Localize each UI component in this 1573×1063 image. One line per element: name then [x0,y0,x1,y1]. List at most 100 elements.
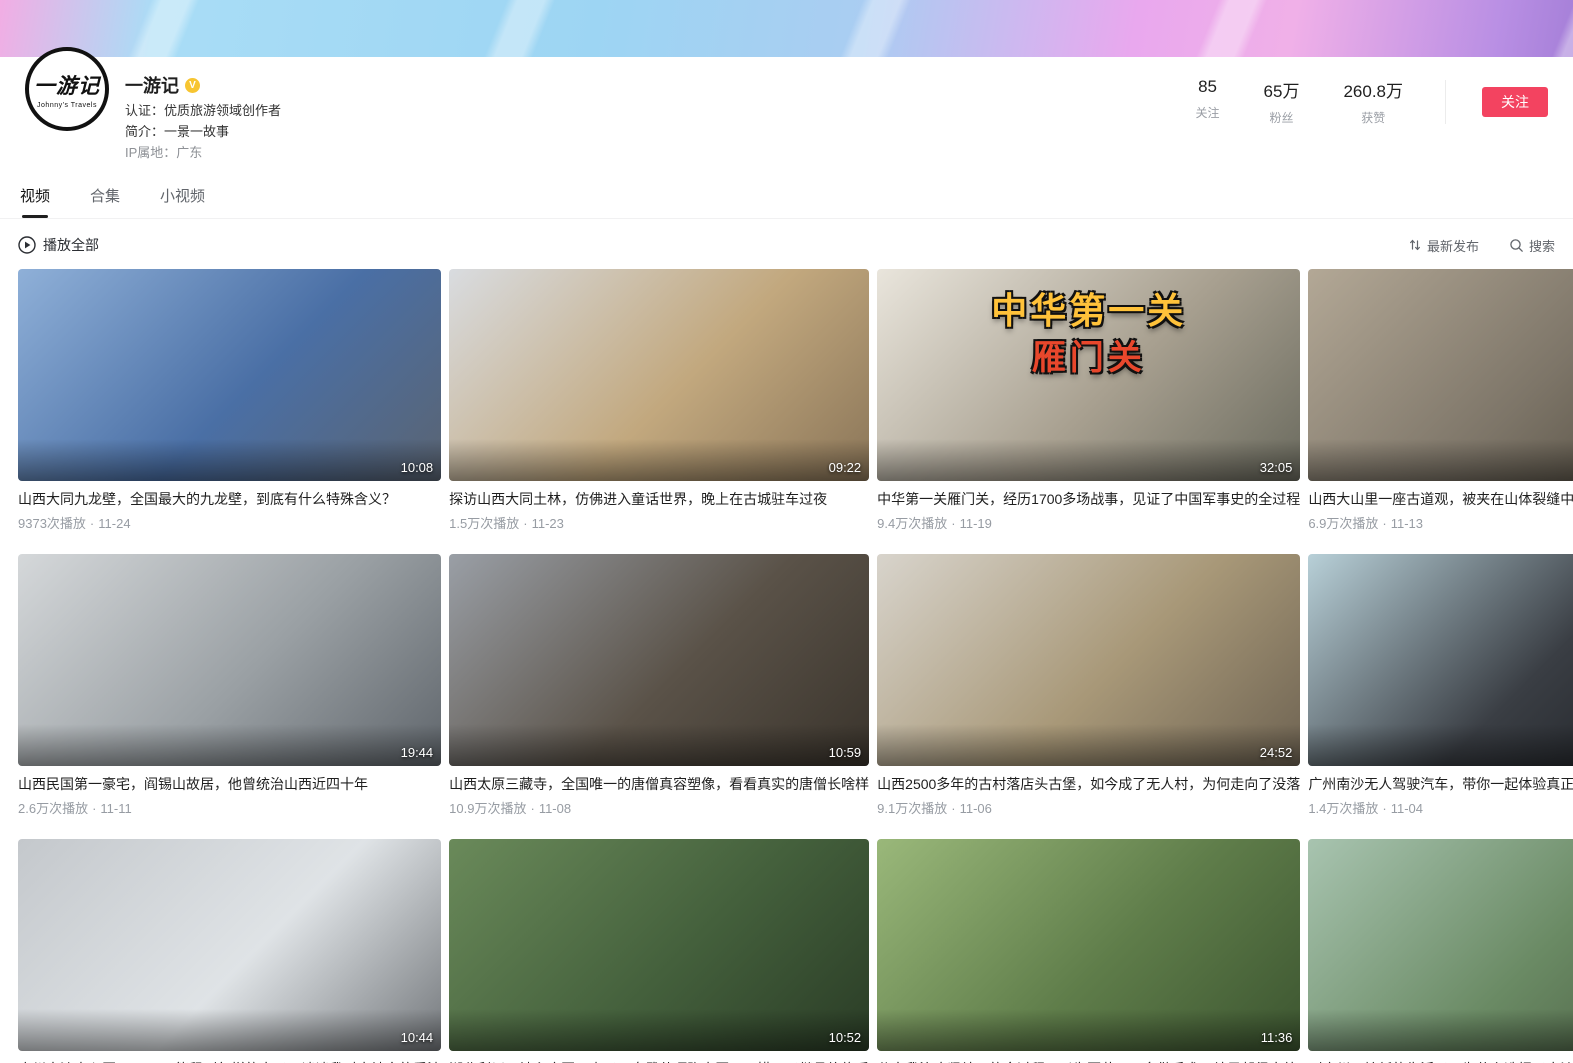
video-duration: 11:36 [1261,1030,1293,1045]
avatar[interactable]: 一游记 Johnny's Travels [25,47,109,131]
video-views: 9373次播放 [18,516,86,531]
meta-separator: · [92,801,96,816]
video-thumbnail[interactable]: 14:29 [1308,269,1573,481]
video-card[interactable]: 11:58 广州南沙无人驾驶汽车，带你一起体验真正的科技与狠活 1.4万次播放·… [1308,554,1573,817]
video-thumbnail[interactable]: 中华第一关 雁门关 32:05 [877,269,1300,481]
video-thumbnail[interactable]: 14:07 [1308,839,1573,1051]
video-card[interactable]: 14:07 到广州开始新的生活了，为什么选择了南沙？但愿能在这里安定下来 3.4… [1308,839,1573,1063]
video-title[interactable]: 山西太原三藏寺，全国唯一的唐僧真容塑像，看看真实的唐僧长啥样 [449,775,869,793]
video-title[interactable]: 山西2500多年的古村落店头古堡，如今成了无人村，为何走向了没落 [877,775,1300,793]
video-thumbnail[interactable]: 10:44 [18,839,441,1051]
video-card[interactable]: 09:22 探访山西大同土林，仿佛进入童话世界，晚上在古城驻车过夜 1.5万次播… [449,269,869,532]
video-card[interactable]: 14:29 山西大山里一座古道观，被夹在山体裂缝中，上去顶层全靠一条铁链 6.9… [1308,269,1573,532]
video-title[interactable]: 山西民国第一豪宅，阎锡山故居，他曾统治山西近四十年 [18,775,441,793]
video-duration: 24:52 [1260,745,1293,760]
video-meta: 10.9万次播放 · 11-08 [449,798,869,817]
profile-header: 一游记 Johnny's Travels 一游记 V 认证：优质旅游领域创作者 … [0,57,1573,160]
sort-icon [1408,238,1422,252]
search-button[interactable]: 搜索 [1509,236,1555,255]
sort-button[interactable]: 最新发布 [1408,236,1479,255]
stat-following-value: 85 [1196,77,1220,97]
video-thumbnail[interactable]: 10:08 [18,269,441,481]
meta-separator: · [530,801,534,816]
stats-divider [1445,80,1446,124]
video-duration: 10:44 [401,1030,434,1045]
video-grid: 10:08 山西大同九龙壁，全国最大的九龙壁，到底有什么特殊含义？ 9373次播… [0,269,1573,1063]
video-meta: 9373次播放 · 11-24 [18,513,441,532]
video-views: 1.5万次播放 [449,516,519,531]
toolbar: 播放全部 最新发布 搜索 [0,221,1573,269]
video-thumbnail[interactable]: 19:44 [18,554,441,766]
video-views: 10.9万次播放 [449,801,526,816]
avatar-logo-text: 一游记 [34,70,100,100]
video-thumbnail[interactable]: 11:36 [877,839,1300,1051]
meta-separator: · [523,516,527,531]
play-all-label: 播放全部 [43,235,99,255]
video-title[interactable]: 探访山西大同土林，仿佛进入童话世界，晚上在古城驻车过夜 [449,490,869,508]
avatar-logo-subtext: Johnny's Travels [37,102,97,109]
video-date: 11-06 [960,801,992,816]
video-meta: 2.6万次播放 · 11-11 [18,798,441,817]
video-card[interactable]: 19:44 山西民国第一豪宅，阎锡山故居，他曾统治山西近四十年 2.6万次播放 ·… [18,554,441,817]
video-thumbnail[interactable]: 24:52 [877,554,1300,766]
video-card[interactable]: 中华第一关 雁门关 32:05 中华第一关雁门关，经历1700多场战事，见证了中… [877,269,1300,532]
tab-bar: 视频 合集 小视频 [0,176,1573,219]
video-date: 11-19 [960,516,992,531]
video-date: 11-13 [1391,516,1423,531]
meta-separator: · [90,516,94,531]
video-date: 11-08 [539,801,571,816]
stat-fans-label: 粉丝 [1264,109,1300,126]
video-duration: 10:52 [829,1030,862,1045]
verified-badge-icon: V [185,78,200,93]
profile-info: 一游记 V 认证：优质旅游领域创作者 简介：一景一故事 IP属地：广东 [125,71,281,160]
thumbnail-overlay-line1: 中华第一关 [877,287,1300,336]
stat-fans[interactable]: 65万 粉丝 [1264,77,1300,126]
video-meta: 1.4万次播放·11-04 [1308,798,1573,817]
video-meta: 9.4万次播放 · 11-19 [877,513,1300,532]
video-thumbnail[interactable]: 09:22 [449,269,869,481]
stat-fans-value: 65万 [1264,77,1300,102]
video-duration: 09:22 [829,460,862,475]
tab-videos[interactable]: 视频 [18,176,52,218]
video-meta: 1.5万次播放·11-23 [449,513,869,532]
sort-label: 最新发布 [1427,236,1479,255]
video-card[interactable]: 10:08 山西大同九龙壁，全国最大的九龙壁，到底有什么特殊含义？ 9373次播… [18,269,441,532]
video-title[interactable]: 广州南沙无人驾驶汽车，带你一起体验真正的科技与狠活 [1308,775,1573,793]
stat-following[interactable]: 85 关注 [1196,77,1220,121]
video-thumbnail[interactable]: 10:52 [449,839,869,1051]
video-card[interactable]: 10:59 山西太原三藏寺，全国唯一的唐僧真容塑像，看看真实的唐僧长啥样 10.… [449,554,869,817]
video-date: 11-04 [1391,801,1423,816]
play-all-button[interactable]: 播放全部 [18,235,99,255]
stat-likes[interactable]: 260.8万 获赞 [1343,77,1403,126]
video-title[interactable]: 山西大同九龙壁，全国最大的九龙壁，到底有什么特殊含义？ [18,490,441,508]
video-duration: 10:08 [401,460,434,475]
ip-location-line: IP属地：广东 [125,145,281,160]
profile-stats: 85 关注 65万 粉丝 260.8万 获赞 [1152,77,1403,126]
video-views: 1.4万次播放 [1308,801,1378,816]
tab-short-videos[interactable]: 小视频 [158,176,207,218]
video-views: 9.4万次播放 [877,516,947,531]
meta-separator: · [951,516,955,531]
video-meta: 6.9万次播放·11-13 [1308,513,1573,532]
video-date: 11-11 [100,801,131,816]
video-card[interactable]: 24:52 山西2500多年的古村落店头古堡，如今成了无人村，为何走向了没落 9… [877,554,1300,817]
meta-separator: · [951,801,955,816]
profile-name: 一游记 [125,72,179,98]
video-card[interactable]: 11:36 分享我治疗肾结石的全过程，以为要花一万多做手术，结局却很意外 5万次… [877,839,1300,1063]
stat-likes-value: 260.8万 [1343,77,1403,102]
video-thumbnail[interactable]: 11:58 [1308,554,1573,766]
video-thumbnail[interactable]: 10:59 [449,554,869,766]
video-views: 6.9万次播放 [1308,516,1378,531]
video-card[interactable]: 10:52 湖北利川一地主庄园，妻子一身武艺吓跑土匪，可惜无子继承终绝后 4.8… [449,839,869,1063]
search-icon [1509,238,1524,253]
thumbnail-overlay-text: 中华第一关 雁门关 [877,287,1300,381]
video-views: 2.6万次播放 [18,801,88,816]
video-title[interactable]: 中华第一关雁门关，经历1700多场战事，见证了中国军事史的全过程 [877,490,1300,508]
follow-button[interactable]: 关注 [1482,87,1548,117]
tab-collections[interactable]: 合集 [88,176,122,218]
video-title[interactable]: 山西大山里一座古道观，被夹在山体裂缝中，上去顶层全靠一条铁链 [1308,490,1573,508]
video-date: 11-24 [98,516,130,531]
search-label: 搜索 [1529,236,1555,255]
video-card[interactable]: 10:44 广州南沙中心区，2600元能租到怎样的房子，谈谈我对房地产的看法 3… [18,839,441,1063]
play-circle-icon [18,236,36,254]
